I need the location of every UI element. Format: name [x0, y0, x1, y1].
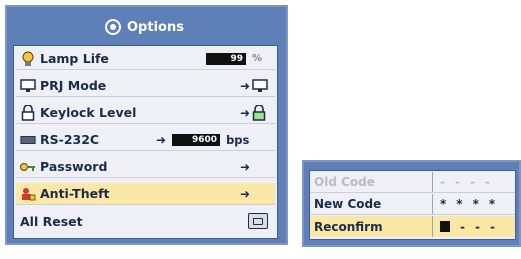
menu-item-label: Anti-Theft — [40, 186, 110, 201]
key-icon — [20, 159, 36, 175]
options-menu-title: Options — [105, 16, 225, 38]
arrow-right-icon: ➜ — [240, 159, 251, 174]
code-digit: - — [469, 175, 475, 189]
arrow-right-icon: ➜ — [240, 186, 251, 201]
reconfirm-field[interactable]: - - - — [440, 220, 495, 234]
lock-icon — [252, 104, 266, 121]
lamp-life-unit: % — [252, 53, 263, 64]
menu-item-rs232c[interactable]: RS-232C ➜ 9600 bps — [16, 129, 275, 151]
arrow-right-icon: ➜ — [156, 132, 167, 147]
code-digit: * — [488, 197, 496, 211]
old-code-field: - - - - — [440, 175, 490, 189]
anti-theft-submenu: Old Code - - - - New Code * * * * Reconf… — [302, 160, 521, 247]
lamp-life-value: 99 % — [206, 52, 263, 65]
lamp-icon — [20, 51, 36, 67]
projector-icon — [20, 78, 36, 94]
code-digit: * — [472, 197, 479, 211]
code-digit: - — [440, 175, 445, 189]
options-menu: Options Lamp Life 99 % PRJ Mode ➜ Keyloc… — [5, 5, 288, 245]
lamp-life-percent: 99 — [206, 52, 246, 65]
reconfirm-label: Reconfirm — [314, 219, 383, 234]
old-code-row: Old Code - - - - — [310, 172, 515, 193]
new-code-field[interactable]: * * * * — [440, 197, 495, 211]
code-digit: - — [454, 175, 460, 189]
menu-item-anti-theft[interactable]: Anti-Theft ➜ — [16, 183, 275, 205]
menu-item-label: All Reset — [20, 213, 83, 229]
lock-icon — [20, 104, 36, 121]
reset-icon — [248, 213, 268, 229]
input-cursor — [440, 221, 450, 232]
menu-item-label: Keylock Level — [40, 105, 137, 120]
baud-rate-value: 9600 — [172, 133, 221, 146]
new-code-label: New Code — [314, 197, 382, 211]
anti-theft-code-list: Old Code - - - - New Code * * * * Reconf… — [309, 170, 516, 240]
rs232c-icon — [20, 132, 36, 148]
options-title-label: Options — [127, 19, 184, 35]
menu-item-keylock-level[interactable]: Keylock Level ➜ — [16, 102, 275, 124]
menu-item-prj-mode[interactable]: PRJ Mode ➜ — [16, 75, 275, 97]
reconfirm-row[interactable]: Reconfirm - - - — [310, 216, 515, 237]
menu-item-lamp-life[interactable]: Lamp Life 99 % — [16, 48, 275, 70]
menu-item-password[interactable]: Password ➜ — [16, 156, 275, 178]
projector-icon — [252, 78, 268, 92]
menu-item-label: PRJ Mode — [40, 78, 107, 93]
code-digit: * — [456, 197, 463, 211]
menu-item-label: Lamp Life — [40, 51, 109, 66]
code-digit: - — [460, 219, 465, 234]
gear-icon — [105, 19, 121, 35]
menu-item-label: Password — [40, 159, 108, 174]
code-digit: - — [484, 175, 490, 189]
new-code-row[interactable]: New Code * * * * — [310, 194, 515, 215]
menu-item-all-reset[interactable]: All Reset — [16, 210, 275, 232]
menu-item-label: RS-232C — [40, 132, 100, 147]
code-digit: * — [440, 197, 447, 211]
arrow-right-icon: ➜ — [240, 105, 251, 120]
anti-theft-icon — [20, 186, 36, 202]
options-list: Lamp Life 99 % PRJ Mode ➜ Keylock Level — [13, 45, 278, 239]
code-digit: - — [489, 219, 495, 234]
code-digit: - — [474, 219, 480, 234]
old-code-label: Old Code — [314, 175, 375, 189]
arrow-right-icon: ➜ — [240, 78, 251, 93]
baud-rate-unit: bps — [226, 132, 250, 147]
